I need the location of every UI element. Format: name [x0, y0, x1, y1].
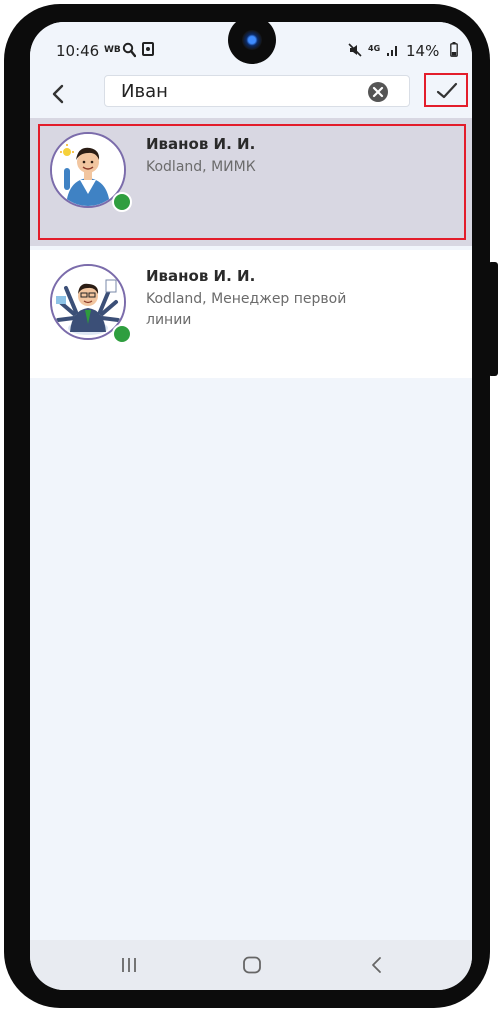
search-toolbar — [30, 72, 472, 118]
home-icon — [243, 956, 261, 974]
signal-icon — [387, 46, 397, 56]
camera-lens — [242, 30, 262, 50]
volume-button-lower — [6, 318, 14, 398]
power-button — [488, 262, 498, 376]
status-time: 10:46 — [56, 42, 100, 60]
contact-row[interactable]: Иванов И. И. Kodland, МИМК — [30, 118, 472, 246]
contact-name: Иванов И. И. — [146, 267, 256, 285]
checkmark-icon — [436, 82, 458, 99]
back-arrow-icon — [372, 957, 381, 973]
home-button[interactable] — [242, 956, 262, 978]
online-status-icon — [112, 324, 132, 344]
phone-screen: 10:46 WB 4G 14% Иван Иванов И. И. Kodlan… — [30, 22, 472, 990]
recent-apps-button[interactable] — [120, 956, 138, 978]
carrier-tag: WB — [104, 45, 121, 55]
battery-level: 14% — [406, 42, 440, 60]
search-box[interactable] — [104, 75, 410, 107]
back-button[interactable] — [48, 78, 70, 110]
search-status-icon — [122, 42, 136, 58]
search-results: Иванов И. И. Kodland, МИМК Иванов И. И. … — [30, 118, 472, 378]
contact-row[interactable]: Иванов И. И. Kodland, Менеджер первой ли… — [30, 250, 472, 378]
media-status-icon — [142, 42, 154, 56]
contact-subtitle: Kodland, Менеджер первой линии — [146, 291, 347, 328]
confirm-button[interactable] — [424, 73, 468, 107]
online-status-icon — [112, 192, 132, 212]
system-nav-bar — [30, 940, 472, 990]
volume-button — [6, 226, 14, 306]
search-input[interactable] — [121, 79, 351, 103]
network-type: 4G — [368, 44, 381, 53]
mute-icon — [348, 43, 362, 57]
clear-icon — [368, 82, 388, 102]
recent-apps-icon — [122, 958, 136, 972]
contact-subtitle: Kodland, МИМК — [146, 159, 256, 175]
system-back-button[interactable] — [370, 956, 384, 978]
chevron-left-icon — [52, 84, 64, 104]
battery-icon — [450, 42, 458, 57]
clear-search-button[interactable] — [367, 81, 389, 103]
contact-name: Иванов И. И. — [146, 135, 256, 153]
